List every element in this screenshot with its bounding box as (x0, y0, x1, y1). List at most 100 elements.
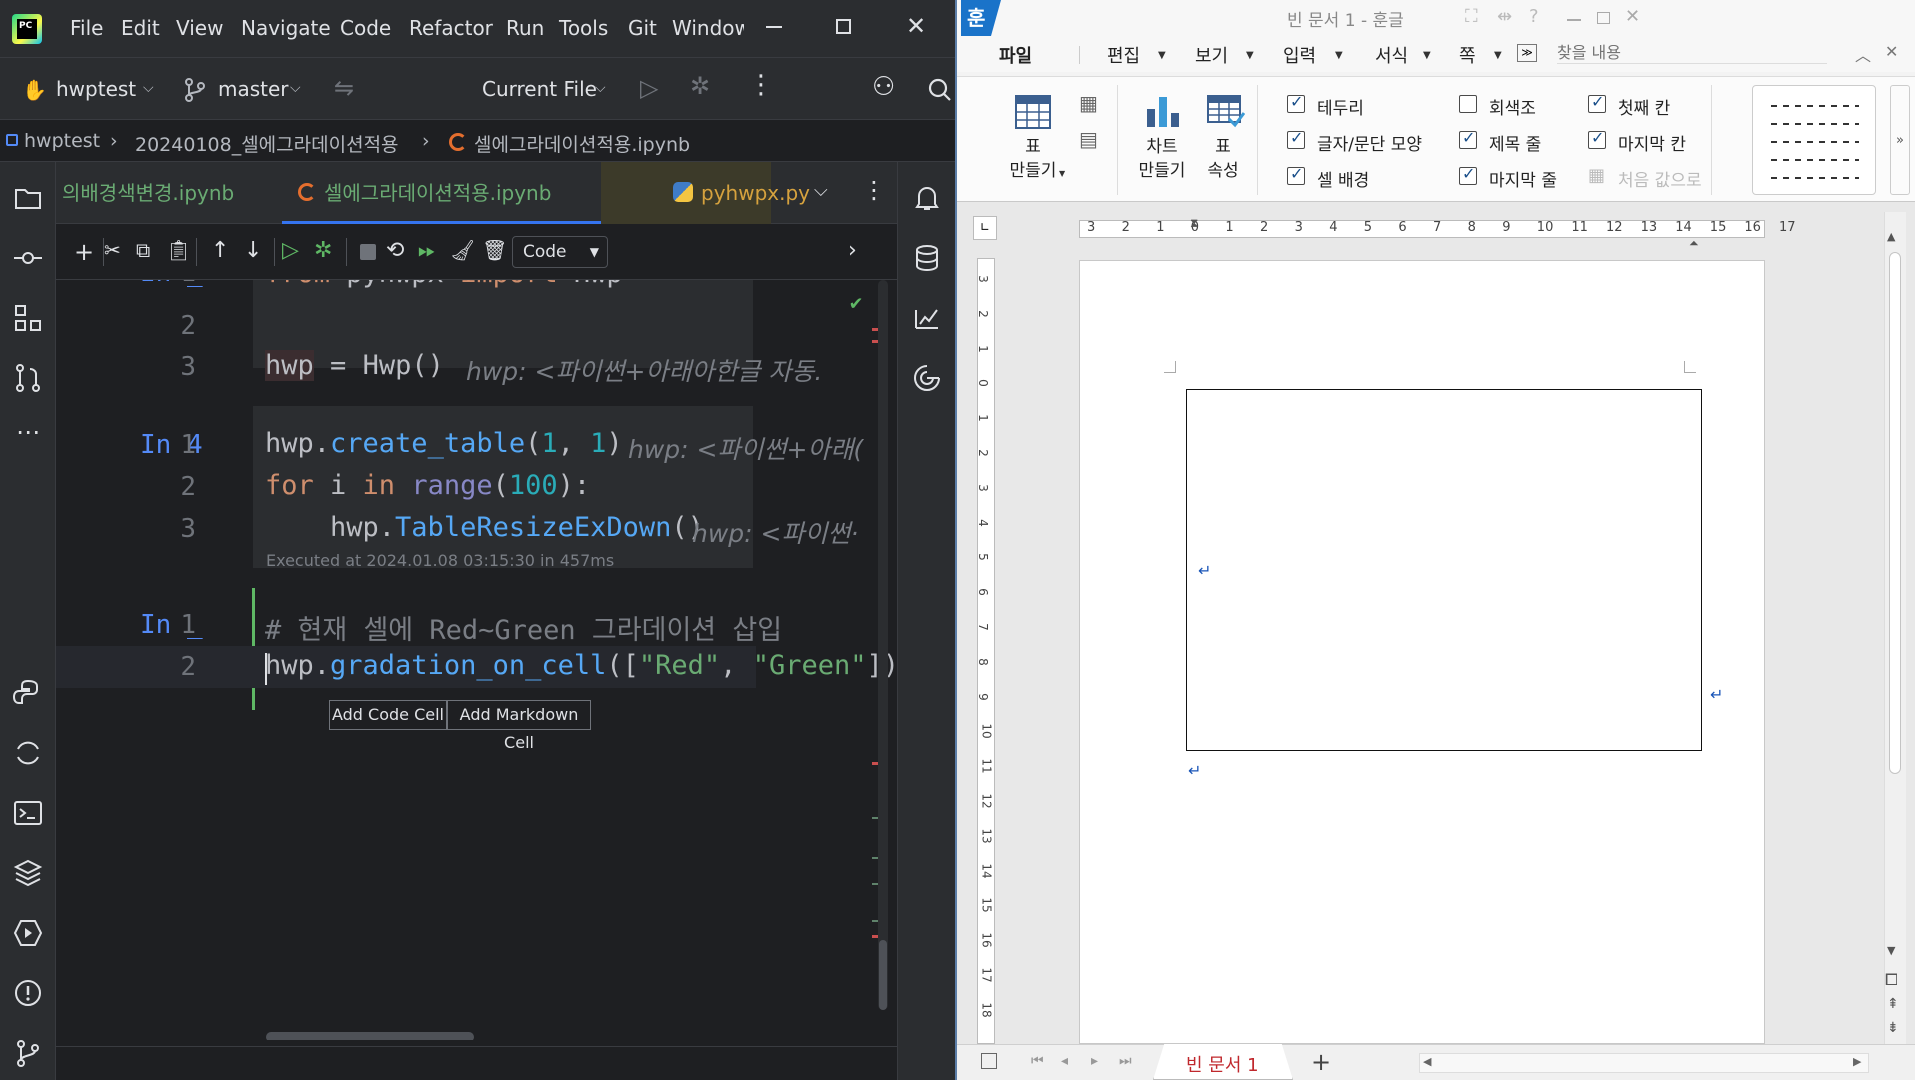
fullscreen-icon[interactable]: ⛶ (1465, 6, 1478, 27)
notifications-icon[interactable] (911, 182, 943, 214)
notebook-editor[interactable]: In _ 1 from pyhwpx import Hwp 2 2 2 3 hw… (56, 280, 897, 1040)
menu-view[interactable]: View (176, 16, 223, 40)
debug-icon[interactable]: ✲ (690, 72, 710, 100)
close-doc-icon[interactable]: ✕ (1885, 42, 1898, 61)
cut-icon[interactable]: ✂ (104, 238, 132, 266)
menu-format[interactable]: 서식 (1375, 42, 1408, 68)
find-input[interactable] (1557, 42, 1827, 64)
layers-icon[interactable] (12, 857, 44, 889)
reset-defaults-button[interactable]: 처음 값으로 (1618, 166, 1702, 191)
split-icon[interactable]: ⇹ (1497, 6, 1512, 27)
ai-assistant-icon[interactable] (911, 362, 943, 394)
run-all-icon[interactable]: ⏩︎ (418, 238, 446, 266)
add-user-icon[interactable]: ⚇ (872, 72, 895, 102)
table-cell[interactable] (1186, 389, 1702, 751)
folder-icon[interactable] (12, 182, 44, 214)
horizontal-ruler[interactable] (1079, 220, 1765, 238)
hwp-scrollbar-thumb[interactable] (1889, 252, 1901, 774)
commit-icon[interactable] (12, 242, 44, 274)
prev-page-icon[interactable]: ⇞ (1887, 996, 1899, 1012)
run-cell-icon[interactable]: ▷ (282, 238, 310, 266)
restart-kernel-icon[interactable]: ⟲ (386, 238, 414, 266)
maximize-button[interactable] (836, 19, 851, 34)
project-widget[interactable]: hwptest (56, 77, 136, 101)
move-down-icon[interactable]: ↓ (244, 238, 272, 266)
breadcrumb-file[interactable]: 셀에그라데이션적용.ipynb (474, 130, 690, 157)
menu-code[interactable]: Code (340, 16, 391, 40)
debug-cell-icon[interactable]: ✲ (314, 238, 342, 266)
table-props-icon[interactable] (1207, 95, 1245, 129)
page[interactable]: ↵ ↵ ↵ (1079, 260, 1765, 1044)
minimize-button[interactable] (766, 26, 782, 28)
search-icon[interactable] (928, 78, 952, 102)
scroll-up-icon[interactable]: ▲ (1887, 230, 1895, 243)
close-button[interactable]: ✕ (906, 14, 926, 38)
collapse-ribbon-icon[interactable]: ︿ (1855, 42, 1871, 66)
scroll-left-icon[interactable]: ◀ (1423, 1055, 1431, 1068)
breadcrumb-project[interactable]: hwptest (24, 130, 100, 152)
vertical-ruler[interactable] (977, 258, 995, 1044)
copy-icon[interactable]: ⧉ (136, 238, 164, 266)
menu-page[interactable]: 쪽 (1459, 42, 1476, 68)
table-make-button[interactable]: 표 만들기 (1003, 135, 1063, 183)
last-page-icon[interactable]: ⏭ (1119, 1053, 1132, 1069)
document-tab[interactable]: 빈 문서 1 (1153, 1044, 1293, 1080)
menu-window[interactable]: Window (672, 16, 744, 40)
menu-insert[interactable]: 입력 (1283, 42, 1316, 68)
prev-page-icon[interactable]: ◂ (1061, 1053, 1068, 1069)
menu-tools[interactable]: Tools (559, 16, 608, 40)
page-view-icon[interactable]: ⧠ (1885, 970, 1898, 990)
stop-icon[interactable] (354, 238, 382, 266)
tabs-more-icon[interactable]: ⋮ (862, 176, 886, 204)
gallery-expand-icon[interactable]: » (1890, 85, 1910, 195)
structure-icon[interactable] (12, 302, 44, 334)
hwp-maximize-button[interactable] (1597, 12, 1610, 24)
ruler-corner[interactable]: ∟ (973, 216, 997, 240)
problems-icon[interactable] (12, 977, 44, 1009)
vertical-scrollbar-thumb[interactable] (879, 940, 887, 1010)
tab-background-color[interactable]: 의배경색변경.ipynb (62, 162, 282, 224)
view-mode-icon[interactable] (981, 1053, 997, 1069)
services-icon[interactable] (12, 737, 44, 769)
menu-view[interactable]: 보기 (1195, 42, 1228, 68)
more-tools-icon[interactable]: ⋯ (12, 418, 44, 450)
first-page-icon[interactable]: ⏮ (1031, 1053, 1044, 1069)
run-config-selector[interactable]: Current File (482, 77, 597, 101)
menu-edit[interactable]: Edit (121, 16, 160, 40)
chart-icon[interactable] (1145, 95, 1181, 129)
table-delete-icon[interactable]: ▤ (1079, 127, 1098, 151)
terminal-icon[interactable] (12, 797, 44, 829)
hwp-close-button[interactable]: ✕ (1625, 6, 1640, 27)
next-page-icon[interactable]: ⇟ (1887, 1020, 1899, 1036)
tabs-dropdown-icon[interactable]: ⌵ (814, 180, 828, 201)
menu-edit[interactable]: 편집 (1107, 42, 1140, 68)
git-icon[interactable] (12, 1037, 44, 1069)
clear-outputs-icon[interactable]: 🧹︎ (450, 238, 478, 266)
right-indent-marker[interactable]: ⏶ (1689, 236, 1699, 251)
menu-file[interactable]: File (70, 16, 103, 40)
cell-type-select[interactable]: Code ▼ (512, 236, 608, 268)
run-toolwindow-icon[interactable] (12, 917, 44, 949)
menu-run[interactable]: Run (506, 16, 544, 40)
add-cell-icon[interactable]: + (74, 238, 102, 266)
vcs-arrows-icon[interactable]: ⇋ (334, 74, 354, 102)
breadcrumb-folder[interactable]: 20240108_셀에그라데이션적용 (135, 130, 399, 157)
delete-cell-icon[interactable]: 🗑︎ (482, 238, 510, 266)
tab-pyhwpx[interactable]: pyhwpx.py (601, 162, 810, 224)
sciview-icon[interactable] (911, 302, 943, 334)
expand-menu-icon[interactable]: ≫ (1517, 44, 1537, 62)
vertical-scrollbar[interactable] (878, 280, 888, 1010)
menu-refactor[interactable]: Refactor (409, 16, 493, 40)
table-edit-icon[interactable]: ▦ (1079, 91, 1098, 115)
table-icon[interactable] (1015, 95, 1051, 129)
more-icon[interactable]: ⋮ (748, 70, 774, 100)
chart-make-button[interactable]: 차트 만들기 (1131, 135, 1193, 183)
python-console-icon[interactable] (12, 677, 44, 709)
menu-git[interactable]: Git (628, 16, 657, 40)
next-page-icon[interactable]: ▸ (1091, 1053, 1098, 1069)
hwp-horizontal-scrollbar[interactable] (1419, 1053, 1869, 1073)
scroll-down-icon[interactable]: ▼ (1887, 944, 1895, 957)
left-indent-marker[interactable]: ⧗ (1190, 216, 1198, 231)
branch-widget[interactable]: master (218, 77, 289, 101)
pull-request-icon[interactable] (12, 362, 44, 394)
